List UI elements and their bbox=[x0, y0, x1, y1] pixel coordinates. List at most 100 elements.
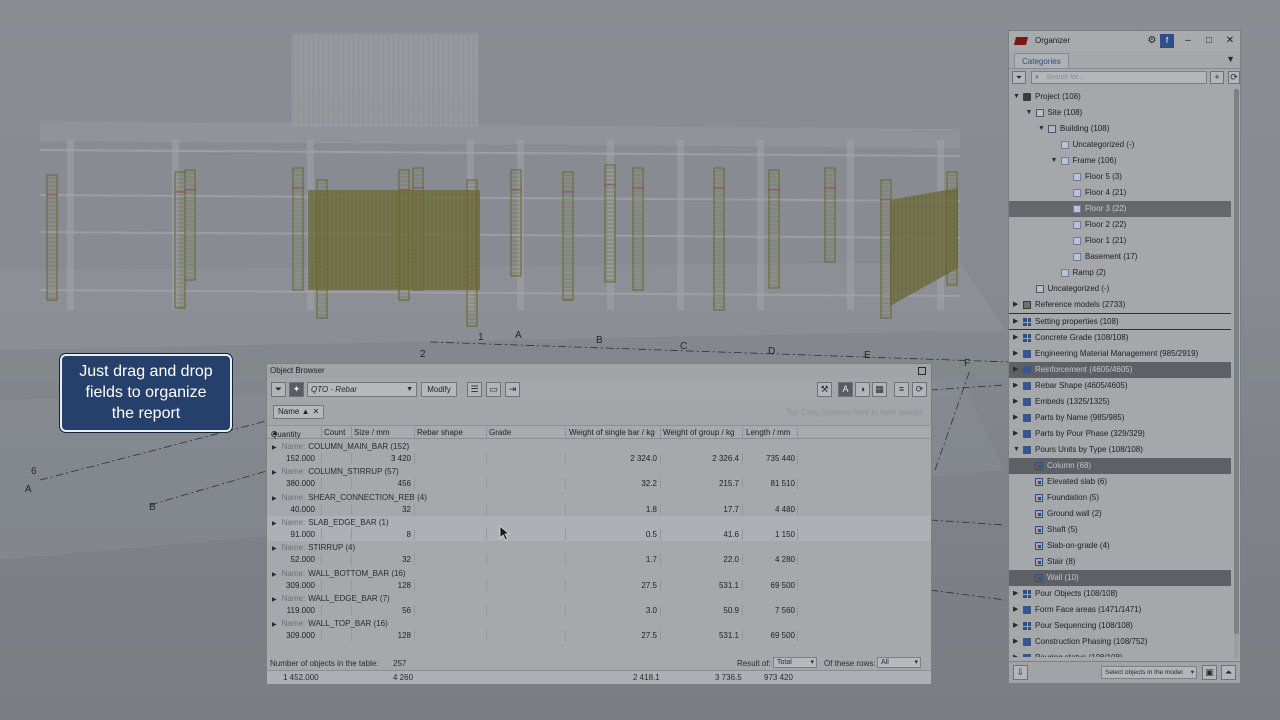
table-row[interactable]: ▶ Name: WALL_BOTTOM_BAR (16) 309.000 128 27.5… bbox=[267, 567, 931, 592]
expand-arrow-icon[interactable]: ▶ bbox=[1013, 426, 1018, 442]
expand-arrow-icon[interactable]: ▶ bbox=[1013, 618, 1018, 634]
tree-node[interactable]: ▶ Parts by Name (985/985) bbox=[1009, 410, 1231, 426]
tree-node[interactable]: ▶ Reinforcement (4605/4605) bbox=[1009, 362, 1231, 378]
expand-arrow-icon[interactable]: ▶ bbox=[272, 597, 277, 603]
maximize-icon[interactable] bbox=[918, 367, 926, 375]
color-icon[interactable]: ◑ bbox=[855, 382, 870, 397]
tree-node[interactable]: ▶ Pouring status (108/108) bbox=[1009, 650, 1231, 657]
collapse-arrow-icon[interactable]: ▼ bbox=[1013, 89, 1020, 105]
tree-node[interactable]: Uncategorized (-) bbox=[1009, 281, 1231, 297]
pin-icon[interactable]: ✦ bbox=[289, 382, 304, 397]
collapse-arrow-icon[interactable]: ▼ bbox=[1038, 121, 1045, 137]
expand-arrow-icon[interactable]: ▶ bbox=[1013, 634, 1018, 650]
menu-icon[interactable]: ≡ bbox=[894, 382, 909, 397]
expand-arrow-icon[interactable]: ▶ bbox=[1013, 346, 1018, 362]
sync-icon[interactable]: ⟳ bbox=[1228, 71, 1240, 84]
column-header-grade[interactable]: Grade bbox=[489, 428, 511, 437]
share-icon[interactable]: f bbox=[1160, 34, 1174, 48]
tree-node[interactable]: Foundation (5) bbox=[1009, 490, 1231, 506]
expand-arrow-icon[interactable]: ▶ bbox=[1013, 650, 1018, 657]
expand-arrow-icon[interactable]: ▶ bbox=[272, 521, 277, 527]
organizer-search-input[interactable]: ⌕ Search for... bbox=[1031, 71, 1207, 84]
result-of-select[interactable]: Total ▾ bbox=[773, 657, 817, 668]
group-chip-name[interactable]: Name ▲ ✕ bbox=[273, 405, 325, 419]
group-name-label[interactable]: ▶ Name: COLUMN_MAIN_BAR (152) bbox=[272, 442, 409, 451]
maximize-icon[interactable]: □ bbox=[1202, 31, 1216, 51]
table-row[interactable]: ▶ Name: SHEAR_CONNECTION_REB (4) 40.000 32 1.… bbox=[267, 491, 931, 516]
select-tool-icon[interactable]: ⚒ bbox=[817, 382, 832, 397]
tree-node[interactable]: Basement (17) bbox=[1009, 249, 1231, 265]
modify-button[interactable]: Modify bbox=[421, 382, 457, 397]
expand-arrow-icon[interactable]: ▶ bbox=[1013, 410, 1018, 426]
expand-arrow-icon[interactable]: ▶ bbox=[1013, 586, 1018, 602]
group-name-label[interactable]: ▶ Name: WALL_TOP_BAR (16) bbox=[272, 619, 388, 628]
expand-arrow-icon[interactable]: ▶ bbox=[1013, 362, 1018, 378]
group-name-label[interactable]: ▶ Name: WALL_EDGE_BAR (7) bbox=[272, 594, 390, 603]
tree-node[interactable]: ▼ Project (108) bbox=[1009, 89, 1231, 105]
tree-node[interactable]: Floor 3 (22) bbox=[1009, 201, 1231, 217]
tree-node[interactable]: ▶ Construction Phasing (108/752) bbox=[1009, 634, 1231, 650]
table-settings-icon[interactable]: ▦ bbox=[872, 382, 887, 397]
group-name-label[interactable]: ▶ Name: WALL_BOTTOM_BAR (16) bbox=[272, 569, 406, 578]
tree-node[interactable]: ▶ Pour Sequencing (108/108) bbox=[1009, 618, 1231, 634]
column-header-weight-single[interactable]: Weight of single bar / kg bbox=[569, 428, 655, 437]
collapse-arrow-icon[interactable]: ▼ bbox=[1051, 153, 1058, 169]
expand-arrow-icon[interactable]: ▶ bbox=[272, 470, 277, 476]
collapse-icon[interactable]: ⏷ bbox=[271, 382, 286, 397]
tree-node[interactable]: Floor 5 (3) bbox=[1009, 169, 1231, 185]
column-header-size[interactable]: Size / mm bbox=[354, 428, 390, 437]
scrollbar-thumb[interactable] bbox=[1234, 89, 1239, 634]
tab-categories[interactable]: Categories bbox=[1014, 53, 1069, 68]
tree-node[interactable]: ▼ Pours Units by Type (108/108) bbox=[1009, 442, 1231, 458]
collapse-arrow-icon[interactable]: ▼ bbox=[1026, 105, 1033, 121]
column-header-quantity[interactable]: Quantity ▲ bbox=[271, 428, 301, 439]
tree-node[interactable]: ▶ Reference models (2733) bbox=[1009, 297, 1231, 313]
tree-node[interactable]: ▶ Pour Objects (108/108) bbox=[1009, 586, 1231, 602]
expand-arrow-icon[interactable]: ▶ bbox=[1013, 394, 1018, 410]
minimize-icon[interactable]: – bbox=[1181, 31, 1195, 51]
tree-node[interactable]: Floor 2 (22) bbox=[1009, 217, 1231, 233]
column-header-rebar-shape[interactable]: Rebar shape bbox=[417, 428, 463, 437]
tree-node[interactable]: ▼ Site (108) bbox=[1009, 105, 1231, 121]
column-header-count[interactable]: Count bbox=[324, 428, 345, 437]
expand-arrow-icon[interactable]: ▶ bbox=[1013, 330, 1018, 346]
tree-node[interactable]: ▼ Building (108) bbox=[1009, 121, 1231, 137]
group-name-label[interactable]: ▶ Name: STIRRUP (4) bbox=[272, 543, 355, 552]
table-row[interactable]: ▶ Name: COLUMN_MAIN_BAR (152) 152.000 3 420 2… bbox=[267, 440, 931, 465]
column-header-weight-group[interactable]: Weight of group / kg bbox=[663, 428, 734, 437]
tree-node[interactable]: ▶ Engineering Material Management (985/29… bbox=[1009, 346, 1231, 362]
tree-node[interactable]: ▶ Rebar Shape (4605/4605) bbox=[1009, 378, 1231, 394]
close-icon[interactable]: ✕ bbox=[312, 407, 319, 416]
collapse-all-icon[interactable]: ⏷ bbox=[1012, 71, 1026, 84]
group-name-label[interactable]: ▶ Name: SHEAR_CONNECTION_REB (4) bbox=[272, 493, 427, 502]
organizer-titlebar[interactable]: Organizer ⚙ f – □ ✕ bbox=[1009, 31, 1240, 51]
refresh-icon[interactable]: ⟳ bbox=[912, 382, 927, 397]
tree-node[interactable]: ▼ Frame (106) bbox=[1009, 153, 1231, 169]
tree-node[interactable]: Floor 4 (21) bbox=[1009, 185, 1231, 201]
tree-node[interactable]: Shaft (5) bbox=[1009, 522, 1231, 538]
tree-node[interactable]: Ground wall (2) bbox=[1009, 506, 1231, 522]
table-row[interactable]: ▶ Name: SLAB_EDGE_BAR (1) 91.000 8 0.5 41.6 1 1… bbox=[267, 515, 931, 541]
expand-icon[interactable]: ⏶ bbox=[1221, 665, 1236, 680]
organizer-scrollbar[interactable] bbox=[1234, 89, 1239, 659]
tree-node[interactable]: Elevated slab (6) bbox=[1009, 474, 1231, 490]
expand-arrow-icon[interactable]: ▶ bbox=[272, 546, 277, 552]
tree-node[interactable]: Column (68) bbox=[1009, 458, 1231, 474]
select-objects-dropdown[interactable]: Select objects in the model ▾ bbox=[1101, 666, 1197, 679]
table-row[interactable]: ▶ Name: COLUMN_STIRRUP (57) 380.000 456 32.2 2… bbox=[267, 465, 931, 490]
tree-node[interactable]: ▶ Embeds (1325/1325) bbox=[1009, 394, 1231, 410]
tree-node[interactable]: Floor 1 (21) bbox=[1009, 233, 1231, 249]
expand-arrow-icon[interactable]: ▶ bbox=[272, 572, 277, 578]
group-name-label[interactable]: ▶ Name: SLAB_EDGE_BAR (1) bbox=[272, 518, 389, 527]
group-name-label[interactable]: ▶ Name: COLUMN_STIRRUP (57) bbox=[272, 467, 399, 476]
object-browser-titlebar[interactable]: Object Browser bbox=[267, 364, 931, 378]
qto-template-select[interactable]: QTO - Rebar ▼ bbox=[307, 382, 417, 397]
expand-arrow-icon[interactable]: ▶ bbox=[272, 496, 277, 502]
column-header-length[interactable]: Length / mm bbox=[746, 428, 790, 437]
expand-arrow-icon[interactable]: ▶ bbox=[272, 622, 277, 628]
import-icon[interactable]: ⇩ bbox=[1013, 665, 1028, 680]
export-icon[interactable]: ⇥ bbox=[505, 382, 520, 397]
collapse-arrow-icon[interactable]: ▼ bbox=[1013, 442, 1020, 458]
expand-arrow-icon[interactable]: ▶ bbox=[272, 445, 277, 451]
tree-node[interactable]: Uncategorized (-) bbox=[1009, 137, 1231, 153]
